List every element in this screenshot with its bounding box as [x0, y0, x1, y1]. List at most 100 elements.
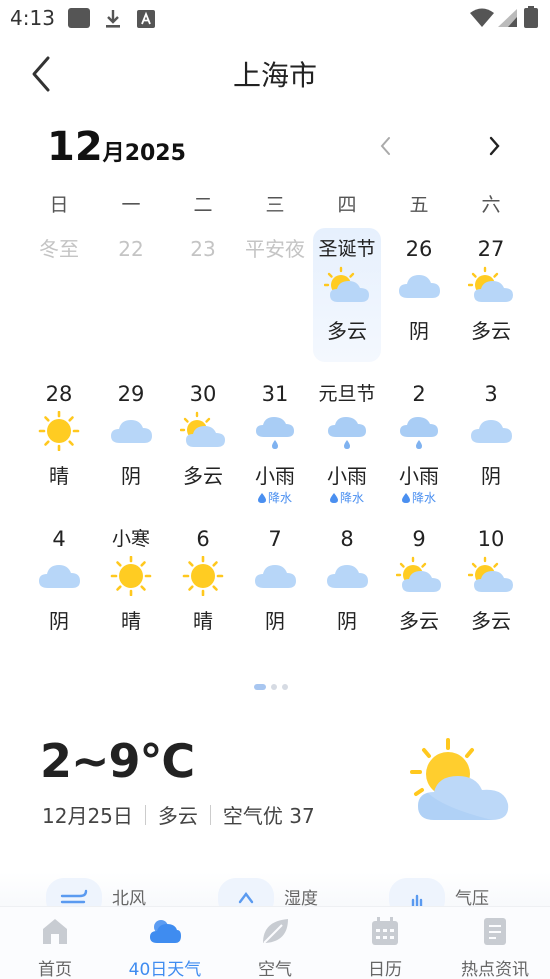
calendar-day-cell[interactable]: 平安夜: [239, 226, 311, 371]
day-label: 6: [196, 527, 210, 551]
calendar-day-cell[interactable]: 30 多云: [167, 371, 239, 516]
cloudy-icon: [111, 420, 152, 443]
calendar-day-cell[interactable]: 31 小雨 降水: [239, 371, 311, 516]
pager-dots: [254, 684, 288, 692]
calendar-day-cell[interactable]: 2 小雨 降水: [383, 371, 455, 516]
weather-desc: 阴: [121, 464, 141, 488]
day-label: 圣诞节: [318, 238, 376, 260]
day-label: 4: [52, 527, 66, 551]
weather-desc: 阴: [337, 609, 357, 633]
a-icon: [137, 10, 155, 28]
weather-desc: 晴: [193, 609, 213, 633]
calendar-day-cell[interactable]: 3阴: [455, 371, 527, 516]
calendar-day-cell[interactable]: 7阴: [239, 516, 311, 661]
wind-label: 北风: [112, 889, 146, 908]
wifi-icon: [470, 8, 494, 27]
day-label: 冬至: [39, 237, 79, 261]
next-month-button[interactable]: [478, 130, 510, 162]
sunny-icon: [38, 410, 80, 452]
calendar-week-row: 冬至 22 23 平安夜 圣诞节 多云 26 阴 27 多云: [23, 226, 527, 371]
weather-desc: 阴: [409, 319, 429, 343]
bottom-navigation: 首页 40日天气 空气 日历 热点资讯: [0, 906, 550, 979]
day-label: 23: [190, 237, 216, 261]
month-unit: 月: [102, 141, 125, 166]
partly-cloudy-icon: [179, 411, 225, 447]
nav-label: 40日天气: [128, 960, 202, 979]
raindrop-icon: [401, 493, 410, 503]
nav-item-4[interactable]: 热点资讯: [440, 907, 550, 979]
year-label: 2025: [124, 141, 186, 166]
nav-item-0[interactable]: 首页: [0, 907, 110, 979]
nav-item-2[interactable]: 空气: [220, 907, 330, 979]
weather-desc: 阴: [481, 464, 501, 488]
calendar-day-cell[interactable]: 冬至: [23, 226, 95, 371]
weekday-label: 三: [265, 194, 285, 216]
day-label: 27: [477, 237, 505, 261]
nav-item-1[interactable]: 40日天气: [110, 907, 220, 979]
weather-desc: 多云: [327, 319, 367, 343]
pager-dot[interactable]: [271, 684, 277, 690]
calendar-day-cell[interactable]: 28 晴: [23, 371, 95, 516]
sunny-icon: [182, 555, 224, 597]
pager-dot[interactable]: [282, 684, 288, 690]
day-label: 7: [268, 527, 282, 551]
nav-label: 空气: [258, 960, 292, 979]
weather-desc: 阴: [49, 609, 69, 633]
day-label: 8: [340, 527, 354, 551]
previous-month-button[interactable]: [370, 130, 402, 162]
calendar-day-cell[interactable]: 6晴: [167, 516, 239, 661]
battery-icon: [524, 6, 538, 28]
pressure-label: 气压: [455, 889, 489, 908]
calendar-icon: [372, 917, 398, 945]
rain-icon: [400, 417, 438, 449]
precipitation-label: 降水: [339, 491, 364, 505]
calendar-day-cell[interactable]: 23: [167, 226, 239, 371]
calendar-day-cell[interactable]: 4阴: [23, 516, 95, 661]
wind-icon: [46, 878, 102, 908]
month-heading: 12月2025: [47, 124, 186, 174]
day-label: 9: [412, 527, 426, 551]
leaf-icon: [263, 919, 288, 944]
precipitation-badge: 降水: [311, 490, 383, 506]
calendar-day-cell[interactable]: 26 阴: [383, 226, 455, 371]
status-bar: 4:13: [0, 0, 550, 36]
day-label: 28: [45, 382, 73, 406]
day-label: 3: [484, 382, 498, 406]
weather-desc: 阴: [265, 609, 285, 633]
calendar-day-cell[interactable]: 小寒晴: [95, 516, 167, 661]
calendar-day-cell[interactable]: 29 阴: [95, 371, 167, 516]
weekday-header: 日 一 二 三 四 五 六: [23, 190, 527, 220]
partly-cloudy-icon: [410, 738, 509, 820]
weather-desc: 晴: [49, 464, 69, 488]
month-number: 12: [47, 124, 103, 170]
calendar-day-cell[interactable]: 22: [95, 226, 167, 371]
today-summary: 12月25日 多云 空气优 37: [42, 800, 315, 829]
partly-cloudy-icon: [467, 556, 513, 592]
sunny-icon: [110, 555, 152, 597]
calendar-day-cell[interactable]: 8阴: [311, 516, 383, 661]
nav-item-3[interactable]: 日历: [330, 907, 440, 979]
pager-dot-active[interactable]: [254, 684, 266, 690]
day-label: 小寒: [111, 528, 150, 550]
weather-desc: 小雨: [255, 464, 295, 488]
humidity-icon: [218, 878, 274, 908]
calendar-grid: 冬至 22 23 平安夜 圣诞节 多云 26 阴 27 多云 28 晴 29 阴 30 多云 31 小雨 降水 元旦节…: [23, 226, 527, 661]
calendar-day-cell[interactable]: 9 多云: [383, 516, 455, 661]
day-label: 22: [118, 237, 144, 261]
today-weather: 多云: [157, 804, 198, 828]
divider: [209, 804, 211, 825]
calendar-day-cell[interactable]: 10 多云: [455, 516, 527, 661]
nav-label: 首页: [38, 960, 72, 979]
weekday-label: 日: [49, 194, 69, 216]
calendar-week-row: 4 阴小寒晴 6 晴 7 阴 8 阴 9 多云 10 多云: [23, 516, 527, 661]
calendar-day-cell[interactable]: 27 多云: [455, 226, 527, 371]
cloudy-icon: [327, 565, 368, 588]
download-icon: [106, 10, 120, 28]
day-label: 2: [412, 382, 426, 406]
calendar-day-cell-selected[interactable]: 圣诞节 多云: [311, 226, 383, 371]
calendar-day-cell[interactable]: 元旦节 小雨 降水: [311, 371, 383, 516]
precipitation-label: 降水: [411, 491, 436, 505]
partly-cloudy-icon: [467, 266, 513, 302]
raindrop-icon: [329, 493, 338, 503]
precipitation-badge: 降水: [383, 490, 455, 506]
